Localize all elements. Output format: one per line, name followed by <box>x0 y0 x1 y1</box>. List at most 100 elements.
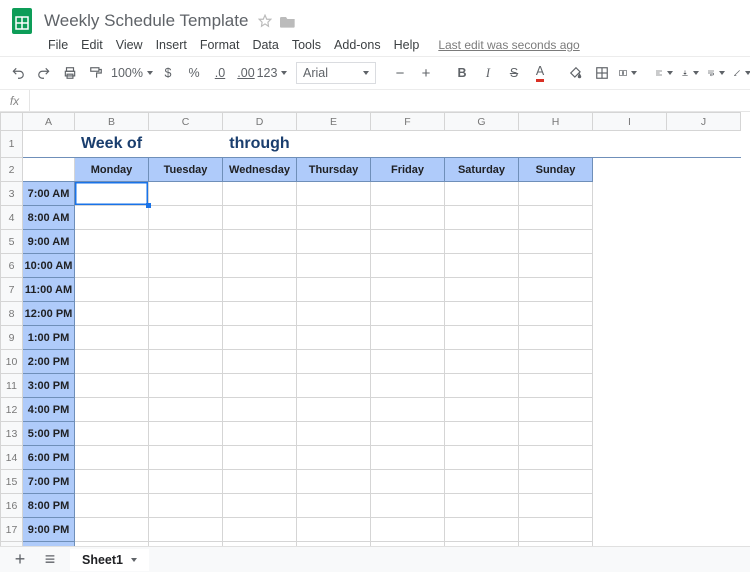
fill-color-button[interactable] <box>564 61 588 85</box>
row-header[interactable]: 7 <box>1 278 23 302</box>
add-sheet-button[interactable]: + <box>10 549 30 570</box>
cell[interactable] <box>297 254 371 278</box>
cell[interactable] <box>371 446 445 470</box>
time-cell[interactable]: 3:00 PM <box>23 374 75 398</box>
row-header[interactable]: 11 <box>1 374 23 398</box>
cell[interactable] <box>149 302 223 326</box>
wrap-button[interactable] <box>704 61 728 85</box>
menu-format[interactable]: Format <box>200 38 240 52</box>
cell[interactable] <box>75 182 149 206</box>
cell[interactable] <box>149 494 223 518</box>
row-header[interactable]: 10 <box>1 350 23 374</box>
cell[interactable] <box>75 326 149 350</box>
cell[interactable] <box>371 254 445 278</box>
cell[interactable] <box>519 326 593 350</box>
menu-data[interactable]: Data <box>252 38 278 52</box>
cell[interactable] <box>149 518 223 542</box>
merge-button[interactable] <box>616 61 640 85</box>
cell[interactable] <box>519 518 593 542</box>
time-cell[interactable]: 7:00 PM <box>23 470 75 494</box>
increase-decimal-button[interactable]: .00 <box>234 61 258 85</box>
time-cell[interactable]: 1:00 PM <box>23 326 75 350</box>
cell[interactable] <box>223 398 297 422</box>
undo-button[interactable] <box>6 61 30 85</box>
cell[interactable] <box>297 278 371 302</box>
folder-icon[interactable] <box>280 14 296 28</box>
cell[interactable] <box>75 374 149 398</box>
borders-button[interactable] <box>590 61 614 85</box>
cell[interactable] <box>519 302 593 326</box>
menu-file[interactable]: File <box>48 38 68 52</box>
cell[interactable] <box>223 350 297 374</box>
all-sheets-button[interactable]: ≡ <box>40 549 60 570</box>
menu-addons[interactable]: Add-ons <box>334 38 381 52</box>
row-header[interactable]: 9 <box>1 326 23 350</box>
formula-bar[interactable]: fx <box>0 90 750 112</box>
menu-help[interactable]: Help <box>394 38 420 52</box>
row-header[interactable]: 15 <box>1 470 23 494</box>
cell[interactable] <box>445 326 519 350</box>
time-cell[interactable]: 5:00 PM <box>23 422 75 446</box>
cell[interactable] <box>445 494 519 518</box>
paint-format-button[interactable] <box>84 61 108 85</box>
menu-view[interactable]: View <box>116 38 143 52</box>
cell[interactable] <box>297 398 371 422</box>
row-header[interactable]: 13 <box>1 422 23 446</box>
cell[interactable] <box>519 350 593 374</box>
sheet-tab[interactable]: Sheet1 <box>70 549 149 571</box>
cell[interactable] <box>445 302 519 326</box>
cell[interactable] <box>371 182 445 206</box>
day-header[interactable]: Tuesday <box>149 158 223 182</box>
col-header[interactable]: G <box>445 113 519 131</box>
day-header[interactable]: Monday <box>75 158 149 182</box>
cell[interactable] <box>223 206 297 230</box>
cell[interactable] <box>445 398 519 422</box>
cell[interactable] <box>223 230 297 254</box>
cell[interactable] <box>149 470 223 494</box>
cell[interactable] <box>519 398 593 422</box>
bold-button[interactable]: B <box>450 61 474 85</box>
cell[interactable] <box>75 278 149 302</box>
cell[interactable] <box>297 206 371 230</box>
star-icon[interactable] <box>258 14 272 28</box>
cell[interactable] <box>149 398 223 422</box>
time-cell[interactable]: 2:00 PM <box>23 350 75 374</box>
day-header[interactable]: Saturday <box>445 158 519 182</box>
cell[interactable] <box>223 422 297 446</box>
col-header[interactable]: B <box>75 113 149 131</box>
cell[interactable] <box>75 206 149 230</box>
cell[interactable] <box>75 446 149 470</box>
col-header[interactable]: I <box>593 113 667 131</box>
row-header[interactable]: 17 <box>1 518 23 542</box>
col-header[interactable]: H <box>519 113 593 131</box>
format-currency-button[interactable]: $ <box>156 61 180 85</box>
cell[interactable] <box>297 494 371 518</box>
redo-button[interactable] <box>32 61 56 85</box>
menu-insert[interactable]: Insert <box>156 38 187 52</box>
day-header[interactable]: Friday <box>371 158 445 182</box>
row-header[interactable]: 5 <box>1 230 23 254</box>
text-color-button[interactable]: A <box>528 61 552 85</box>
row-header[interactable]: 14 <box>1 446 23 470</box>
time-cell[interactable]: 11:00 AM <box>23 278 75 302</box>
week-of-label[interactable]: Week of <box>75 131 149 158</box>
cell[interactable] <box>519 470 593 494</box>
cell[interactable] <box>445 254 519 278</box>
cell[interactable] <box>297 302 371 326</box>
last-edit-text[interactable]: Last edit was seconds ago <box>438 38 579 52</box>
cell[interactable] <box>445 422 519 446</box>
cell[interactable] <box>371 302 445 326</box>
cell[interactable] <box>75 494 149 518</box>
cell[interactable] <box>297 230 371 254</box>
cell[interactable] <box>223 278 297 302</box>
cell[interactable] <box>223 254 297 278</box>
cell[interactable] <box>149 350 223 374</box>
cell[interactable] <box>297 326 371 350</box>
time-cell[interactable]: 9:00 PM <box>23 518 75 542</box>
cell[interactable] <box>371 350 445 374</box>
cell[interactable] <box>371 518 445 542</box>
time-cell[interactable]: 12:00 PM <box>23 302 75 326</box>
cell[interactable] <box>371 206 445 230</box>
cell[interactable] <box>149 374 223 398</box>
cell[interactable] <box>75 398 149 422</box>
